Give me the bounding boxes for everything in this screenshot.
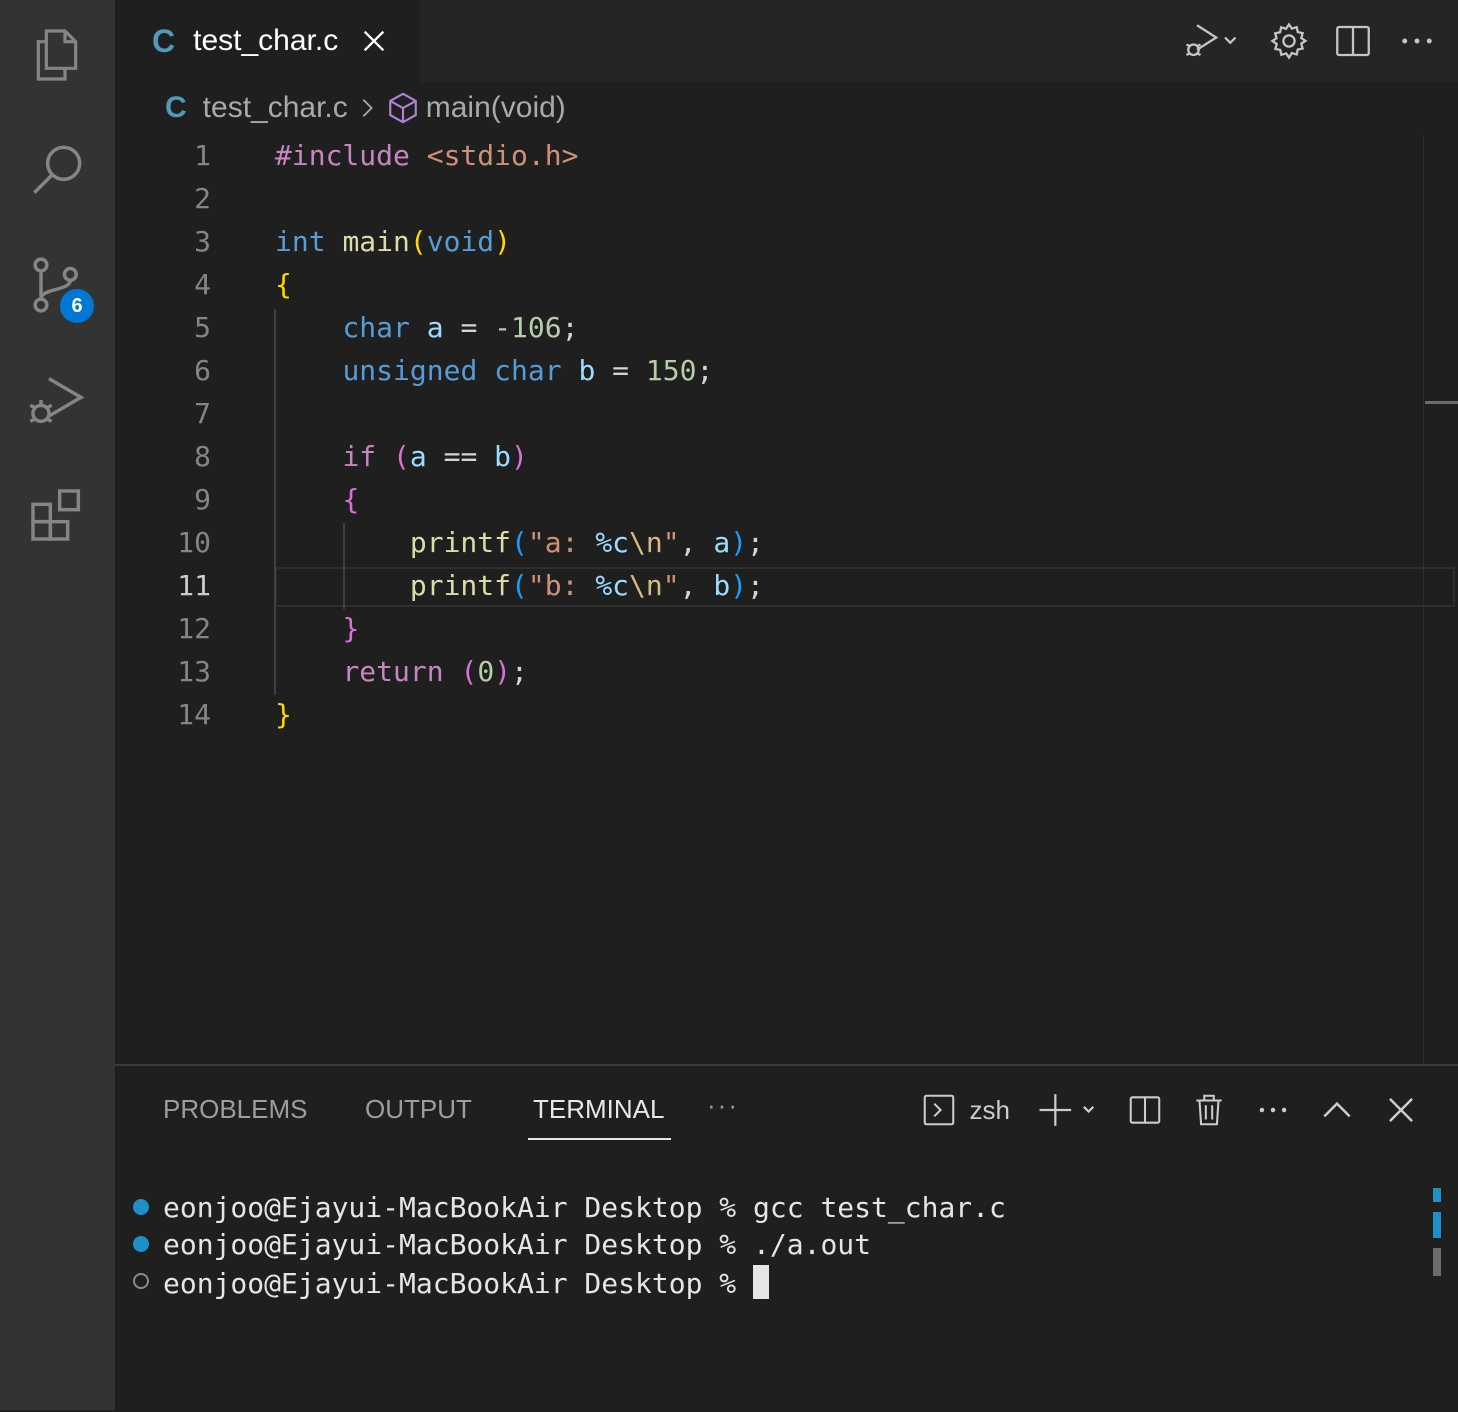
command-status-dot[interactable] [133,1236,149,1252]
minimap-slider[interactable] [1425,401,1458,404]
terminal-command: gcc test_char.c [753,1191,1006,1224]
breadcrumb: C test_char.c main(void) [165,86,566,130]
source-control-badge: 6 [58,287,96,325]
line-number: 1 [194,139,211,172]
code-line: } [342,612,360,645]
search-icon[interactable] [22,135,92,205]
tab-terminal[interactable]: TERMINAL [533,1094,664,1125]
terminal-line: eonjoo@Ejayui-MacBookAir Desktop % ./a.o… [163,1228,871,1261]
panel-more-button[interactable]: ··· [707,1090,739,1121]
terminal-prompt: eonjoo@Ejayui-MacBookAir Desktop % [163,1228,754,1261]
trash-icon[interactable] [1190,1091,1228,1129]
code-line: } [275,698,292,731]
more-actions-icon[interactable] [1254,1091,1292,1129]
terminal-command: ./a.out [753,1228,872,1261]
run-debug-icon[interactable] [22,365,92,435]
tab-output[interactable]: OUTPUT [365,1094,472,1125]
tab-bar: C test_char.c [115,0,1458,82]
code-editor[interactable]: 1 2 3 4 5 6 7 8 9 10 11 12 13 14 #includ… [115,135,1458,1065]
terminal-line: eonjoo@Ejayui-MacBookAir Desktop % gcc t… [163,1191,1006,1224]
line-number: 13 [177,655,211,688]
close-icon[interactable] [360,27,388,55]
code-line: #include <stdio.h> [275,139,579,172]
gear-icon[interactable] [1268,20,1310,62]
chevron-up-icon[interactable] [1318,1091,1356,1129]
code-line: printf("b: %c\n", b); [409,569,764,602]
editor-actions [1176,16,1438,66]
command-status-dot[interactable] [133,1199,149,1215]
editor-tab[interactable]: C test_char.c [115,0,420,82]
close-icon[interactable] [1382,1091,1420,1129]
code-line: printf("a: %c\n", a); [409,526,764,559]
terminal-cursor [753,1265,770,1299]
active-tab-indicator [528,1138,671,1140]
breadcrumb-file[interactable]: test_char.c [203,91,348,125]
terminal-prompt: eonjoo@Ejayui-MacBookAir Desktop % [163,1267,754,1300]
split-editor-icon[interactable] [1332,20,1374,62]
shell-name[interactable]: zsh [970,1095,1010,1126]
code-line: { [275,268,292,301]
explorer-icon[interactable] [22,20,92,90]
line-number: 14 [177,698,211,731]
code-line: int main(void) [275,225,512,258]
bottom-panel: PROBLEMS OUTPUT TERMINAL ··· zsh eonjoo@… [115,1064,1458,1412]
c-file-icon: C [165,91,187,124]
run-debug-dropdown-icon[interactable] [1176,20,1246,62]
line-number: 6 [194,354,211,387]
line-number: 12 [177,612,211,645]
minimap-divider [1423,135,1424,1065]
line-number: 7 [194,397,211,430]
breadcrumb-symbol[interactable]: main(void) [426,91,566,125]
tab-title: test_char.c [193,24,339,57]
c-file-icon: C [152,22,176,59]
line-number: 10 [177,526,211,559]
terminal-line[interactable]: eonjoo@Ejayui-MacBookAir Desktop % [163,1265,770,1300]
extensions-icon[interactable] [22,480,92,550]
scrollbar-thumb[interactable] [1433,1248,1441,1276]
new-terminal-icon[interactable] [1036,1091,1100,1129]
terminal-icon[interactable] [920,1091,958,1129]
code-line: unsigned char b = 150; [342,354,714,387]
line-number: 9 [194,483,211,516]
line-number: 3 [194,225,211,258]
line-number: 2 [194,182,211,215]
terminal-prompt: eonjoo@Ejayui-MacBookAir Desktop % [163,1191,754,1224]
method-cube-icon [388,92,417,124]
terminal-actions: zsh [920,1088,1420,1132]
tab-problems[interactable]: PROBLEMS [163,1094,308,1125]
chevron-right-icon [362,99,373,117]
line-number-active: 11 [177,569,211,602]
activity-bar: 6 [0,0,115,1410]
line-number: 4 [194,268,211,301]
scrollbar-marker [1433,1212,1441,1238]
line-number: 8 [194,440,211,473]
line-number: 5 [194,311,211,344]
code-line: char a = -106; [342,311,579,344]
more-actions-icon[interactable] [1396,20,1438,62]
scrollbar-marker [1433,1188,1441,1202]
code-line: if (a == b) [342,440,528,473]
code-line: { [342,483,360,516]
command-status-dot[interactable] [133,1273,149,1289]
split-terminal-icon[interactable] [1126,1091,1164,1129]
code-line: return (0); [342,655,528,688]
